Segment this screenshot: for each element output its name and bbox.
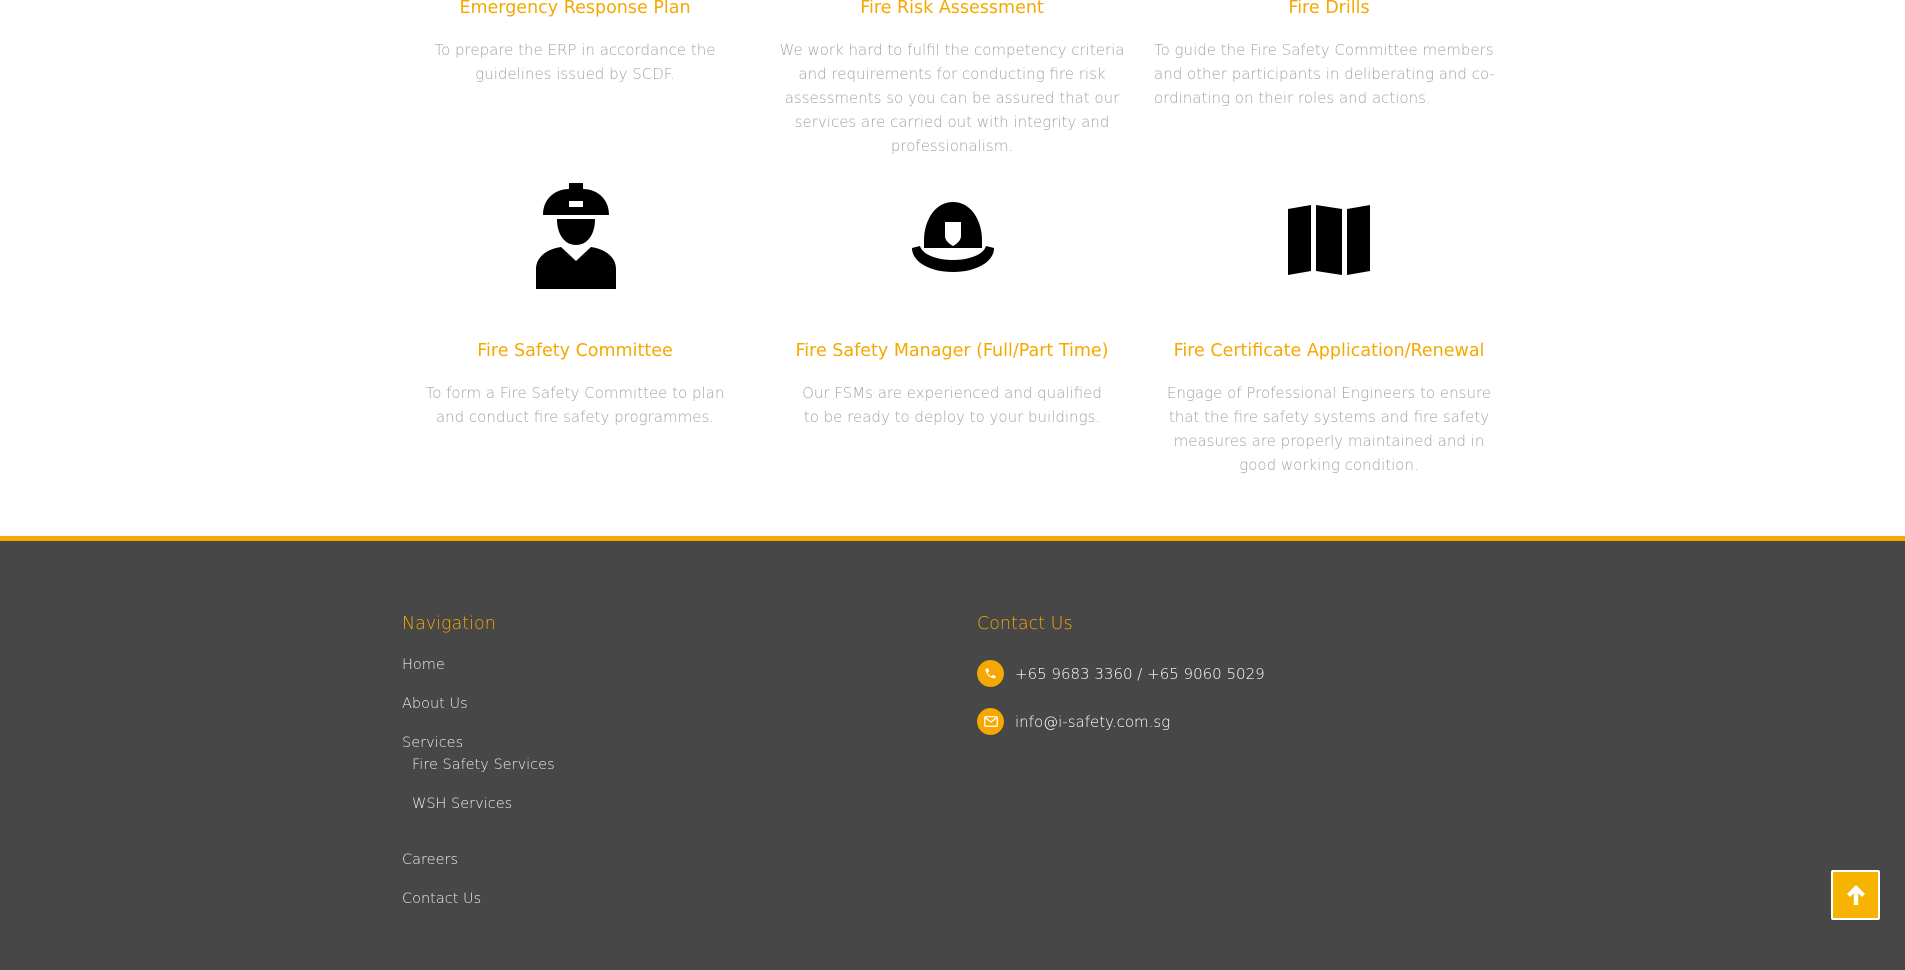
contact-phone-text: +65 9683 3360 / +65 9060 5029 xyxy=(1015,664,1265,683)
footer-nav-wsh-services[interactable]: WSH Services xyxy=(412,796,512,812)
service-title: Fire Safety Committee xyxy=(477,341,673,361)
service-emergency-response-plan: Emergency Response Plan To prepare the E… xyxy=(400,0,750,86)
footer-nav-services[interactable]: Services xyxy=(402,735,463,751)
footer-nav-careers[interactable]: Careers xyxy=(402,852,458,868)
service-description: We work hard to fulfil the competency cr… xyxy=(779,41,1125,155)
service-title: Fire Risk Assessment xyxy=(860,0,1044,18)
service-fire-certificate: Fire Certificate Application/Renewal Eng… xyxy=(1154,341,1504,477)
arrow-up-icon xyxy=(1846,885,1865,905)
service-title: Fire Safety Manager (Full/Part Time) xyxy=(795,341,1109,361)
contact-email[interactable]: info@i-safety.com.sg xyxy=(977,708,1170,735)
service-title: Fire Drills xyxy=(1288,0,1370,18)
service-title: Emergency Response Plan xyxy=(459,0,691,18)
footer-navigation-heading: Navigation xyxy=(402,614,496,634)
fire-helmet-icon xyxy=(910,200,996,274)
envelope-icon xyxy=(977,708,1004,735)
service-fire-risk-assessment: Fire Risk Assessment We work hard to ful… xyxy=(777,0,1127,158)
contact-email-text: info@i-safety.com.sg xyxy=(1015,712,1171,731)
footer-nav-fire-safety-services[interactable]: Fire Safety Services xyxy=(412,757,555,773)
service-title: Fire Certificate Application/Renewal xyxy=(1173,341,1485,361)
footer-nav-contact-us[interactable]: Contact Us xyxy=(402,891,481,907)
service-fire-safety-committee: Fire Safety Committee To form a Fire Saf… xyxy=(400,341,750,429)
services-section: Emergency Response Plan To prepare the E… xyxy=(0,0,1905,536)
service-description: To guide the Fire Safety Committee membe… xyxy=(1154,41,1495,107)
worker-helmet-icon xyxy=(535,181,617,289)
service-fire-safety-manager: Fire Safety Manager (Full/Part Time) Our… xyxy=(777,341,1127,429)
service-description: Our FSMs are experienced and qualified t… xyxy=(802,384,1102,426)
back-to-top-button[interactable] xyxy=(1831,870,1880,920)
service-fire-drills: Fire Drills To guide the Fire Safety Com… xyxy=(1154,0,1504,110)
footer: Navigation Home About Us Services Fire S… xyxy=(0,536,1905,970)
footer-nav-home[interactable]: Home xyxy=(402,657,445,673)
service-description: To prepare the ERP in accordance the gui… xyxy=(434,41,716,83)
service-description: Engage of Professional Engineers to ensu… xyxy=(1166,384,1492,474)
contact-phone[interactable]: +65 9683 3360 / +65 9060 5029 xyxy=(977,660,1265,687)
footer-nav-about-us[interactable]: About Us xyxy=(402,696,468,712)
footer-contact-heading: Contact Us xyxy=(977,614,1073,634)
phone-icon xyxy=(977,660,1004,687)
map-icon xyxy=(1287,205,1371,275)
service-description: To form a Fire Safety Committee to plan … xyxy=(425,384,725,426)
